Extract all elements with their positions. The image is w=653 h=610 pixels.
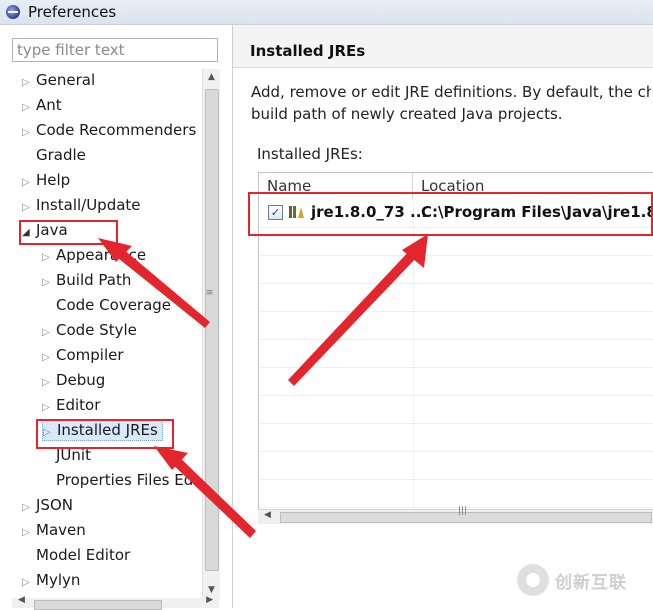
preference-page: Installed JREs Add, remove or edit JRE d… bbox=[233, 25, 653, 608]
table-row bbox=[259, 396, 653, 424]
tree-item-junit[interactable]: JUnit bbox=[42, 444, 91, 466]
watermark-logo-icon bbox=[517, 564, 549, 596]
tree-item-installed-jres[interactable]: ▷ Installed JREs bbox=[42, 419, 163, 441]
tree-item-ant[interactable]: ▷ Ant bbox=[22, 94, 62, 116]
expand-icon[interactable]: ▷ bbox=[42, 372, 56, 394]
expand-icon[interactable]: ▷ bbox=[42, 272, 56, 294]
column-header-location[interactable]: Location bbox=[413, 173, 653, 199]
watermark-text: 创新互联 bbox=[555, 573, 627, 593]
scrollbar-thumb[interactable] bbox=[34, 600, 162, 610]
table-horizontal-scrollbar[interactable]: ◀ ||| bbox=[258, 506, 653, 524]
tree-item-appearance[interactable]: ▷ Appearance bbox=[42, 244, 146, 266]
expand-icon[interactable]: ▷ bbox=[22, 97, 36, 119]
table-row bbox=[259, 424, 653, 452]
tree-item-java[interactable]: ◢ Java bbox=[22, 219, 68, 241]
page-description: Add, remove or edit JRE definitions. By … bbox=[251, 83, 651, 123]
expand-icon[interactable]: ▷ bbox=[22, 72, 36, 94]
table-row[interactable]: ✓ jre1.8.0_73 ... C:\Program Files\Java\… bbox=[259, 200, 653, 228]
scroll-left-arrow-icon[interactable]: ◀ bbox=[264, 510, 271, 520]
preferences-tree-pane: ▷General ▷Ant ▷Code Recommenders Gradle … bbox=[0, 25, 233, 610]
window-titlebar: Preferences bbox=[0, 0, 653, 25]
tree-item-properties-files-editor[interactable]: Properties Files Edi bbox=[42, 469, 197, 491]
table-row bbox=[259, 312, 653, 340]
scrollbar-thumb[interactable] bbox=[205, 89, 219, 571]
tree-item-help[interactable]: ▷ Help bbox=[22, 169, 70, 191]
table-row bbox=[259, 480, 653, 508]
scroll-up-arrow-icon[interactable]: ▲ bbox=[203, 69, 220, 86]
tree-item-code-coverage[interactable]: Code Coverage bbox=[42, 294, 171, 316]
tree-item-editor[interactable]: ▷ Editor bbox=[42, 394, 100, 416]
grip-icon: ||| bbox=[458, 506, 468, 516]
expand-icon[interactable]: ▷ bbox=[22, 197, 36, 219]
tree-item-compiler[interactable]: ▷ Compiler bbox=[42, 344, 124, 366]
column-header-name[interactable]: Name bbox=[259, 173, 413, 199]
expand-icon[interactable]: ▷ bbox=[42, 347, 56, 369]
window-title: Preferences bbox=[28, 3, 117, 21]
scroll-right-arrow-icon[interactable]: ▶ bbox=[206, 595, 213, 605]
preferences-tree: ▷ General ▷ Ant ▷ Code Recommenders Gradle … bbox=[12, 69, 202, 595]
tree-item-code-style[interactable]: ▷ Code Style bbox=[42, 319, 137, 341]
tree-item-json[interactable]: ▷ JSON bbox=[22, 494, 73, 516]
tree-item-gradle[interactable]: Gradle bbox=[22, 144, 86, 166]
tree-item-build-path[interactable]: ▷ Build Path bbox=[42, 269, 131, 291]
tree-item-mylyn[interactable]: ▷ Mylyn bbox=[22, 569, 80, 591]
tree-vertical-scrollbar[interactable]: ▲ ≡ ▼ bbox=[202, 69, 220, 599]
eclipse-icon bbox=[6, 5, 20, 19]
expand-icon[interactable]: ▷ bbox=[42, 247, 56, 269]
jre-name-cell: jre1.8.0_73 ... bbox=[311, 203, 428, 221]
installed-jres-table[interactable]: Name Location ✓ jre1.8.0_73 ... C:\Progr… bbox=[258, 172, 653, 524]
collapse-icon[interactable]: ◢ bbox=[22, 222, 36, 244]
expand-icon[interactable]: ▷ bbox=[22, 497, 36, 519]
table-row bbox=[259, 340, 653, 368]
tree-item-debug[interactable]: ▷ Debug bbox=[42, 369, 105, 391]
tree-item-install-update[interactable]: ▷ Install/Update bbox=[22, 194, 141, 216]
jre-library-icon bbox=[289, 206, 304, 218]
table-row bbox=[259, 452, 653, 480]
expand-icon[interactable]: ▷ bbox=[22, 172, 36, 194]
expand-icon[interactable]: ▷ bbox=[43, 423, 57, 443]
jre-location-cell: C:\Program Files\Java\jre1.8.... bbox=[421, 203, 653, 221]
jre-checkbox[interactable]: ✓ bbox=[268, 205, 283, 220]
expand-icon[interactable]: ▷ bbox=[42, 322, 56, 344]
table-row bbox=[259, 228, 653, 256]
expand-icon[interactable]: ▷ bbox=[22, 522, 36, 544]
tree-item-code-recommenders[interactable]: ▷ Code Recommenders bbox=[22, 119, 196, 141]
filter-input[interactable] bbox=[12, 38, 218, 62]
page-header: Installed JREs bbox=[233, 25, 653, 68]
tree-item-maven[interactable]: ▷ Maven bbox=[22, 519, 86, 541]
tree-item-model-editor[interactable]: Model Editor bbox=[22, 544, 130, 566]
watermark: 创新互联 bbox=[517, 562, 653, 598]
table-row bbox=[259, 368, 653, 396]
scroll-left-arrow-icon[interactable]: ◀ bbox=[18, 595, 25, 605]
table-row bbox=[259, 284, 653, 312]
expand-icon[interactable]: ▷ bbox=[22, 122, 36, 144]
expand-icon[interactable]: ▷ bbox=[42, 397, 56, 419]
installed-jres-label: Installed JREs: bbox=[257, 145, 363, 163]
tree-item-general[interactable]: ▷ General bbox=[22, 69, 95, 91]
table-row bbox=[259, 256, 653, 284]
expand-icon[interactable]: ▷ bbox=[22, 572, 36, 594]
grip-icon: ≡ bbox=[205, 288, 214, 298]
tree-horizontal-scrollbar[interactable]: ◀ ▶ bbox=[12, 595, 219, 610]
page-title: Installed JREs bbox=[250, 42, 366, 60]
